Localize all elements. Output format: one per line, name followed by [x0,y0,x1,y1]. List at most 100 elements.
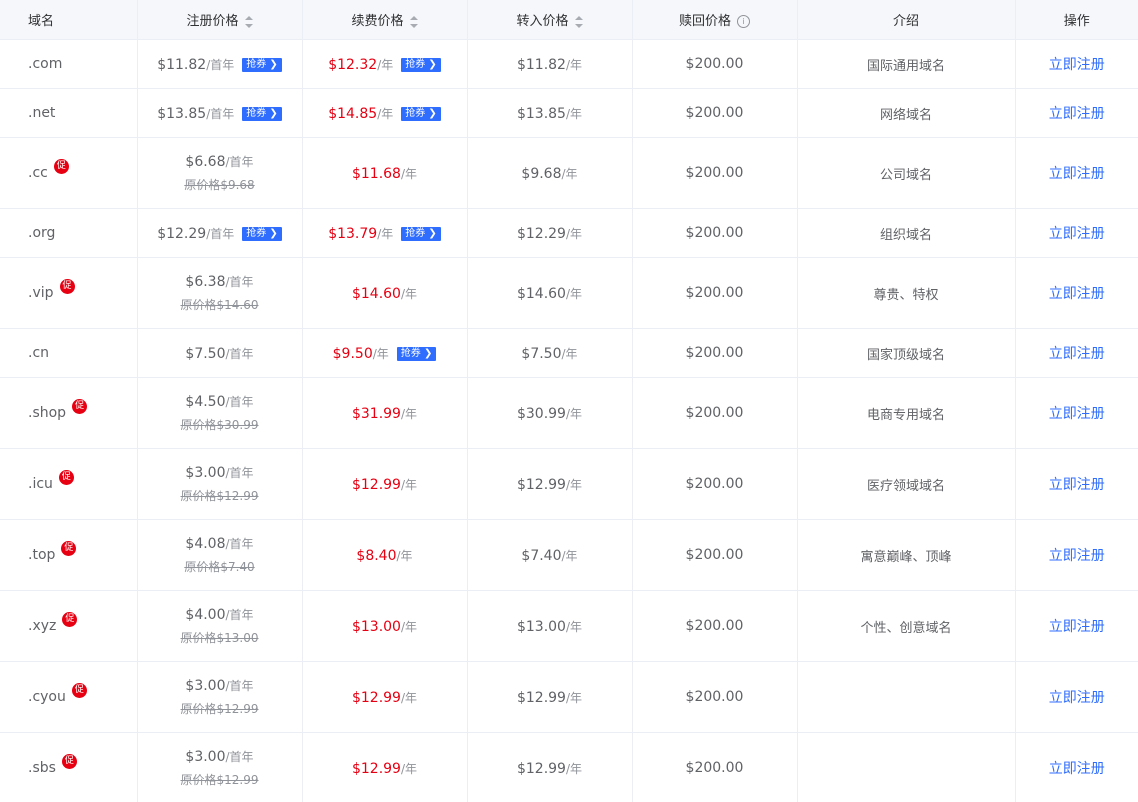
chevron-right-icon: ❯ [428,108,437,119]
renew-price: $12.99 [351,689,401,706]
transfer-unit: /年 [565,477,583,492]
header-redeem-label: 赎回价格 [678,14,731,29]
register-unit: /首年 [225,346,254,361]
intro-cell: 网络域名 [797,88,1016,138]
header-transfer-label: 转入价格 [516,14,569,29]
domain-cell: .net [0,88,138,138]
table-row: .cc 促 $6.68/首年 原价格$9.68 $11.68/年 $9.68/年 $200.… [0,137,1138,209]
coupon-button[interactable]: 抢券 ❯ [401,58,441,72]
intro-text: 公司域名 [879,167,932,183]
table-row: .com $11.82/首年 抢券 ❯ $12.32/年 抢券 ❯ $11.82/年 $20… [0,39,1138,89]
coupon-button[interactable]: 抢券 ❯ [242,58,282,72]
transfer-unit: /年 [565,406,583,421]
table-row: .vip 促 $6.38/首年 原价格$14.60 $14.60/年 $14.60/年 $2… [0,257,1138,329]
domain-name: .com [28,56,63,72]
register-price: $4.08 [185,536,226,552]
transfer-price-cell: $7.50/年 [467,328,633,378]
register-price: $4.50 [185,394,226,410]
transfer-price-cell: $13.85/年 [467,88,633,138]
redeem-price: $200.00 [685,760,744,776]
promo-badge-icon: 促 [53,159,69,174]
domain-name: .shop [28,405,67,421]
table-row: .org $12.29/首年 抢券 ❯ $13.79/年 抢券 ❯ $12.29/年 $20… [0,208,1138,258]
domain-cell: .xyz 促 [0,590,138,662]
sort-icon[interactable] [574,15,583,28]
redeem-price: $200.00 [685,689,744,705]
transfer-price: $12.99 [516,689,566,706]
register-now-link[interactable]: 立即注册 [1049,57,1105,73]
register-now-link[interactable]: 立即注册 [1049,346,1105,362]
intro-cell: 组织域名 [797,208,1016,258]
sort-icon[interactable] [244,15,253,28]
header-action-label: 操作 [1063,14,1090,29]
info-icon[interactable]: i [737,15,750,28]
header-intro: 介绍 [797,0,1016,40]
transfer-price-cell: $30.99/年 [467,377,633,449]
domain-cell: .cc 促 [0,137,138,209]
coupon-button[interactable]: 抢券 ❯ [242,227,282,241]
redeem-price: $200.00 [685,105,744,121]
renew-price-cell: $12.99/年 [302,732,468,802]
domain-cell: .cyou 促 [0,661,138,733]
register-price: $6.68 [185,154,226,170]
register-now-link[interactable]: 立即注册 [1049,690,1105,706]
coupon-label: 抢券 [405,108,426,119]
renew-price: $8.40 [356,547,397,564]
register-now-link[interactable]: 立即注册 [1049,761,1105,777]
table-row: .xyz 促 $4.00/首年 原价格$13.00 $13.00/年 $13.00/年 $2… [0,590,1138,662]
intro-cell: 电商专用域名 [797,377,1016,449]
domain-name: .cn [28,345,50,361]
transfer-unit: /年 [565,226,583,241]
register-price-cell: $3.00/首年 原价格$12.99 [137,732,303,802]
header-action: 操作 [1015,0,1138,40]
action-cell: 立即注册 [1015,661,1138,733]
original-price: 原价格$12.99 [180,702,259,716]
promo-badge-icon: 促 [61,541,77,556]
domain-cell: .org [0,208,138,258]
register-price: $13.85 [157,105,207,122]
intro-text: 国际通用域名 [866,58,945,74]
sort-icon[interactable] [409,15,418,28]
action-cell: 立即注册 [1015,519,1138,591]
register-price-cell: $3.00/首年 原价格$12.99 [137,448,303,520]
register-now-link[interactable]: 立即注册 [1049,226,1105,242]
intro-cell [797,732,1016,802]
coupon-button[interactable]: 抢券 ❯ [242,107,282,121]
register-now-link[interactable]: 立即注册 [1049,477,1105,493]
redeem-price: $200.00 [685,345,744,361]
transfer-price-cell: $12.99/年 [467,448,633,520]
intro-text: 组织域名 [879,227,932,243]
original-price: 原价格$30.99 [180,418,259,432]
transfer-unit: /年 [561,548,578,563]
header-renew-label: 续费价格 [351,14,404,29]
register-now-link[interactable]: 立即注册 [1049,106,1105,122]
header-transfer-price[interactable]: 转入价格 [467,0,633,40]
header-register-price[interactable]: 注册价格 [137,0,303,40]
register-now-link[interactable]: 立即注册 [1049,619,1105,635]
action-cell: 立即注册 [1015,590,1138,662]
register-now-link[interactable]: 立即注册 [1049,286,1105,302]
intro-cell: 尊贵、特权 [797,257,1016,329]
domain-name: .vip [28,285,54,301]
renew-price-cell: $9.50/年 抢券 ❯ [302,328,468,378]
register-unit: /首年 [225,537,254,551]
transfer-price: $7.40 [521,547,562,564]
renew-price: $14.60 [351,285,401,302]
coupon-button[interactable]: 抢券 ❯ [401,107,441,121]
renew-price-cell: $12.32/年 抢券 ❯ [302,39,468,89]
redeem-price: $200.00 [685,285,744,301]
redeem-price: $200.00 [685,56,744,72]
register-now-link[interactable]: 立即注册 [1049,406,1105,422]
header-renew-price[interactable]: 续费价格 [302,0,468,40]
register-now-link[interactable]: 立即注册 [1049,166,1105,182]
intro-cell: 医疗领域域名 [797,448,1016,520]
coupon-button[interactable]: 抢券 ❯ [401,227,441,241]
transfer-price-cell: $9.68/年 [467,137,633,209]
intro-text: 国家顶级域名 [866,347,945,363]
register-price-cell: $6.38/首年 原价格$14.60 [137,257,303,329]
domain-price-table: 域名 注册价格 续费价格 转入价格 赎回价格 i 介绍 操作 .com $11.82… [0,0,1138,802]
coupon-button[interactable]: 抢券 ❯ [396,347,437,361]
register-now-link[interactable]: 立即注册 [1049,548,1105,564]
intro-cell [797,661,1016,733]
transfer-price: $12.99 [516,760,566,777]
